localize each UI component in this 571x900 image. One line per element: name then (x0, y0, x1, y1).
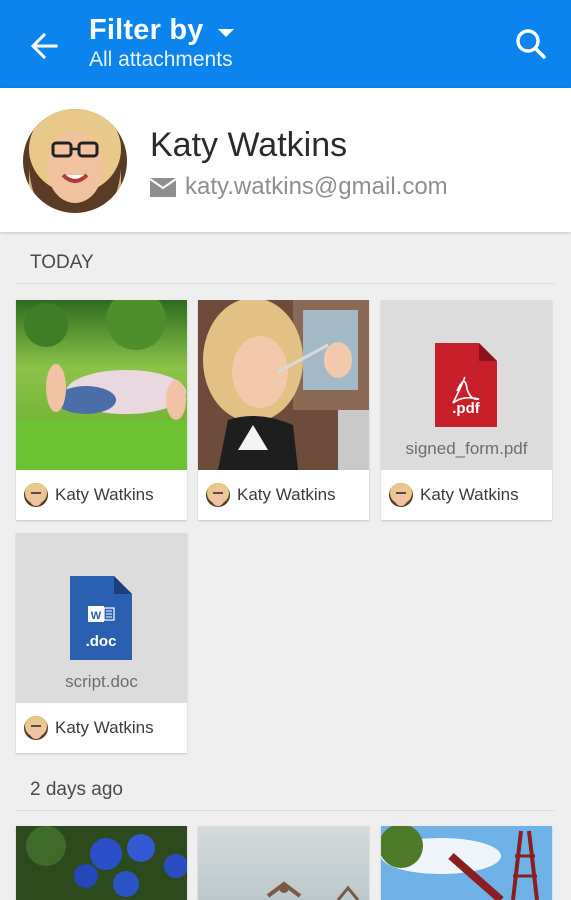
file-thumbnail: W .doc script.doc (16, 533, 187, 703)
attachment-card[interactable]: W .doc script.doc Katy Watkins (16, 533, 187, 753)
section-label: 2 days ago (30, 779, 123, 800)
card-footer: Katy Watkins (198, 470, 369, 520)
card-footer: Katy Watkins (16, 470, 187, 520)
avatar (24, 483, 48, 507)
sender-name: Katy Watkins (237, 485, 336, 504)
contact-email: katy.watkins@gmail.com (185, 173, 448, 200)
app-subtitle: All attachments (89, 48, 233, 71)
sender-name: Katy Watkins (55, 485, 154, 504)
photo-thumbnail (381, 826, 552, 900)
photo-thumbnail (16, 300, 187, 470)
sender-name: Katy Watkins (420, 485, 519, 504)
section-header-today: TODAY (16, 240, 554, 284)
attachment-card[interactable] (381, 826, 552, 900)
photo-thumbnail (16, 826, 187, 900)
card-footer: Katy Watkins (16, 703, 187, 753)
arrow-back-icon (30, 32, 58, 60)
file-type-badge: .doc (85, 633, 117, 650)
file-name: signed_form.pdf (405, 439, 528, 458)
mail-icon (150, 177, 176, 197)
attachment-card[interactable]: Katy Watkins (16, 300, 187, 520)
contact-header: Katy Watkins katy.watkins@gmail.com (0, 88, 571, 232)
file-type-badge: .pdf (452, 400, 480, 417)
back-button[interactable] (24, 26, 64, 66)
section-label: TODAY (30, 252, 94, 273)
file-thumbnail: .pdf signed_form.pdf (381, 300, 552, 470)
attachment-card[interactable]: Katy Watkins (198, 300, 369, 520)
svg-text:W: W (91, 610, 102, 622)
photo-thumbnail (198, 300, 369, 470)
file-name: script.doc (65, 672, 138, 691)
app-title: Filter by (89, 14, 204, 46)
avatar (24, 716, 48, 740)
contact-name: Katy Watkins (150, 126, 348, 164)
search-button[interactable] (513, 26, 549, 62)
sender-name: Katy Watkins (55, 718, 154, 737)
filter-dropdown[interactable]: Filter by All attachments (89, 14, 234, 72)
attachment-card[interactable] (16, 826, 187, 900)
card-footer: Katy Watkins (381, 470, 552, 520)
app-bar: Filter by All attachments (0, 0, 571, 88)
avatar (206, 483, 230, 507)
avatar (389, 483, 413, 507)
attachment-card[interactable] (198, 826, 369, 900)
section-header-2-days-ago: 2 days ago (16, 767, 554, 811)
attachment-card[interactable]: .pdf signed_form.pdf Katy Watkins (381, 300, 552, 520)
photo-thumbnail (198, 826, 369, 900)
search-icon (516, 29, 546, 59)
dropdown-caret-icon (217, 28, 234, 37)
avatar[interactable] (23, 109, 127, 213)
contact-email-row: katy.watkins@gmail.com (150, 173, 448, 201)
